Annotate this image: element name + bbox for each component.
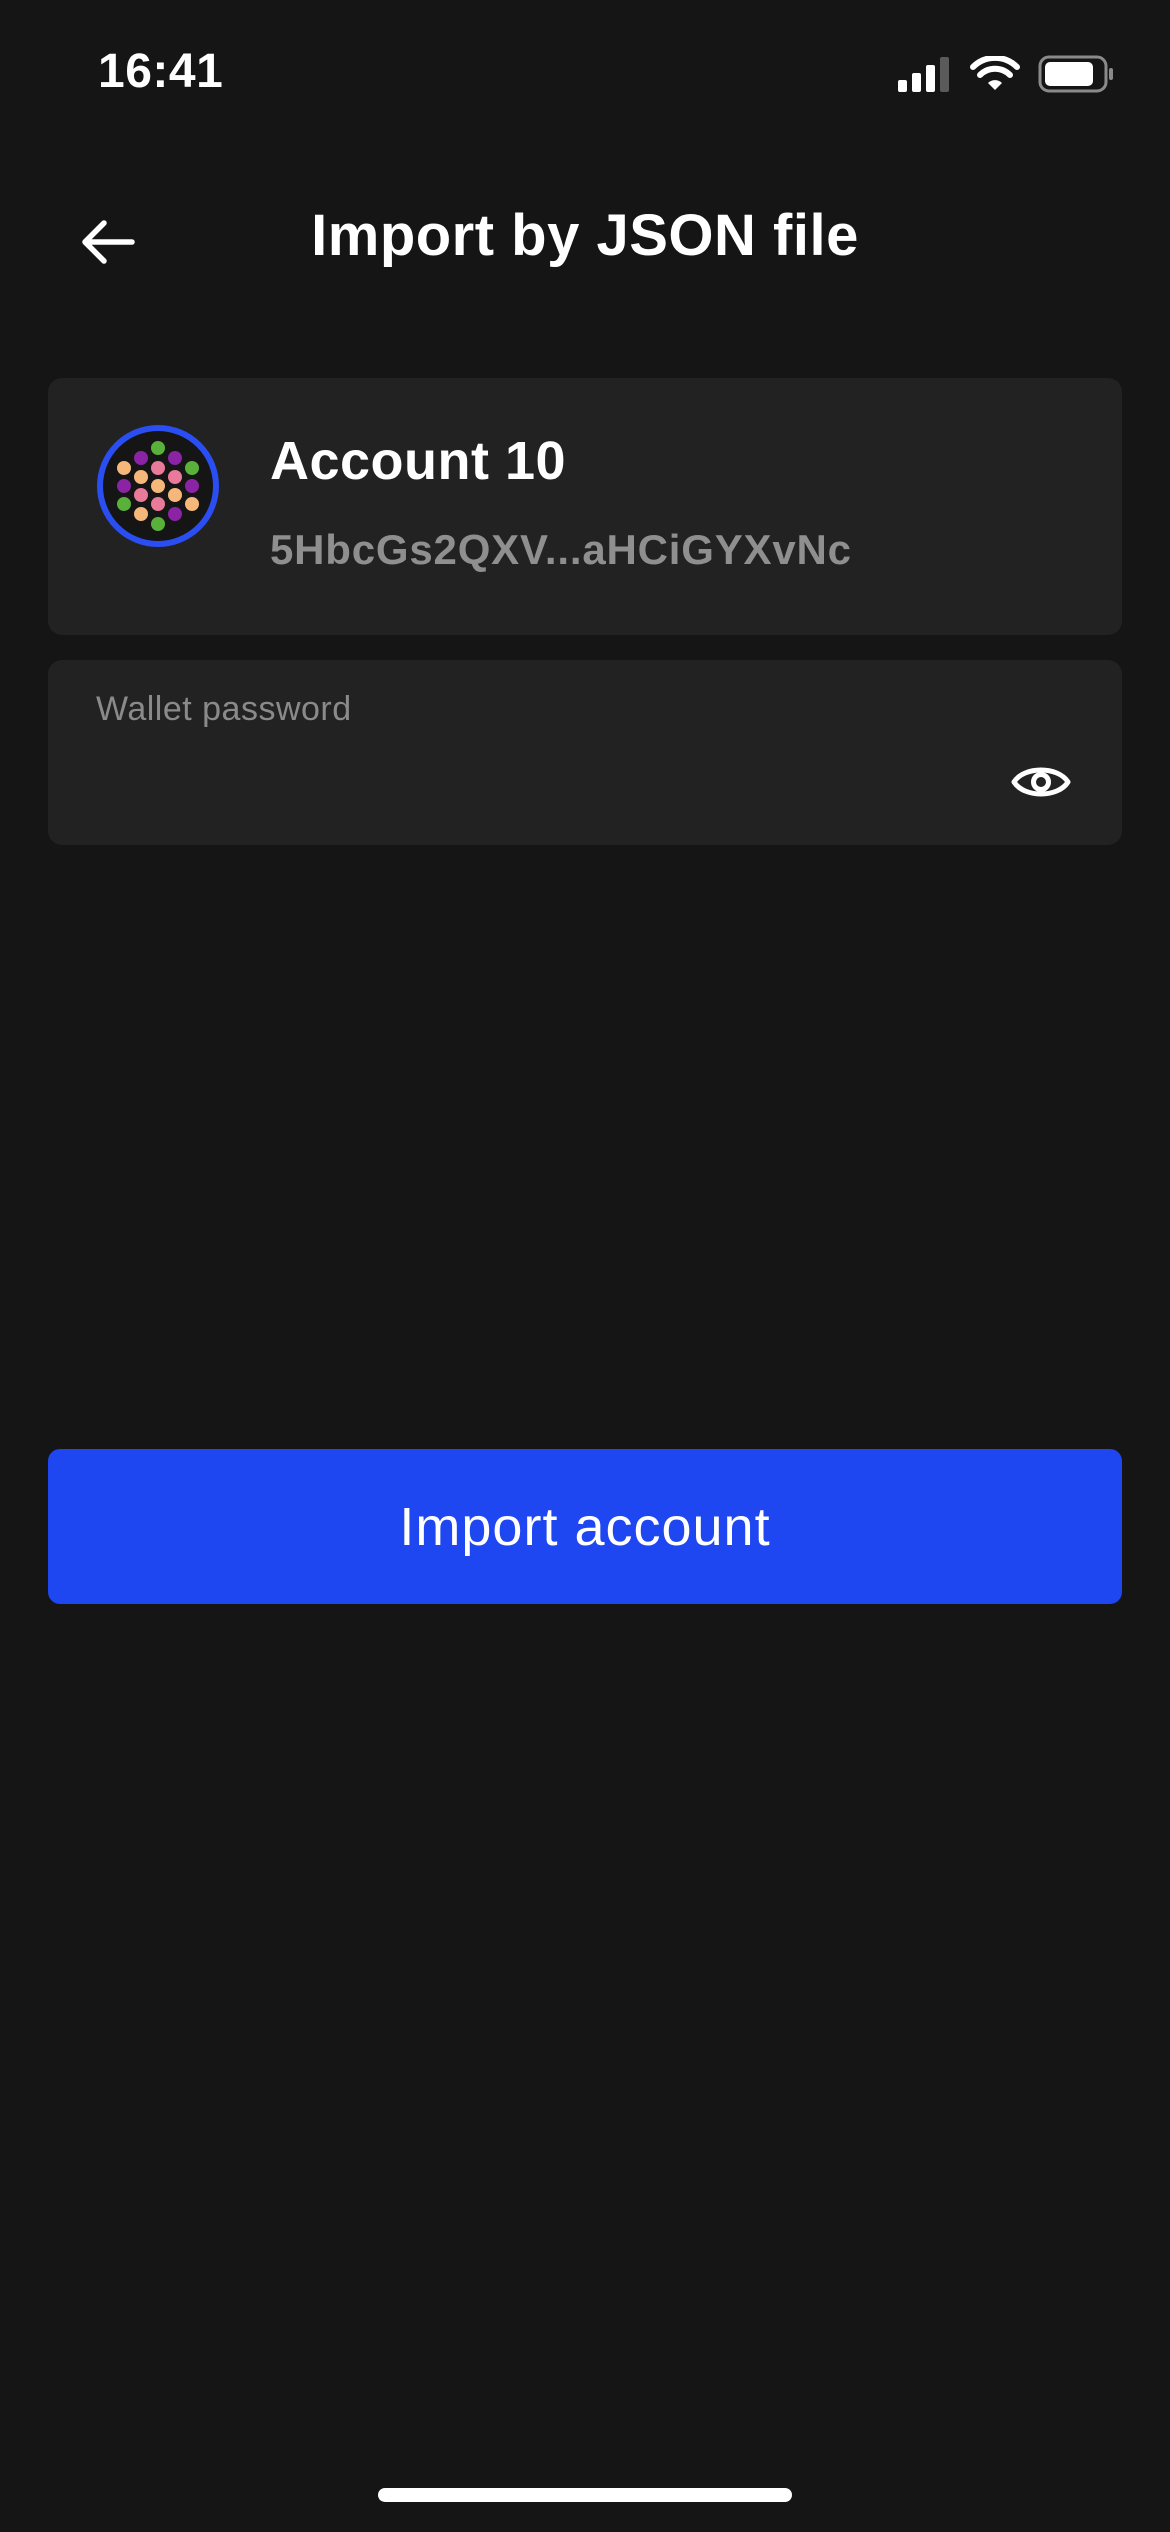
wallet-password-input[interactable] bbox=[96, 750, 980, 822]
account-card: Account 10 5HbcGs2QXV...aHCiGYXvNc bbox=[48, 378, 1122, 635]
page-title: Import by JSON file bbox=[311, 203, 859, 268]
home-indicator[interactable] bbox=[378, 2488, 792, 2502]
wifi-icon bbox=[970, 56, 1020, 90]
import-json-screen: 16:41 Import by JSON file Account 10 5Hb… bbox=[0, 0, 1170, 2532]
import-account-button[interactable]: Import account bbox=[48, 1449, 1122, 1604]
status-icons bbox=[898, 52, 1114, 96]
battery-icon bbox=[1038, 55, 1113, 93]
signal-icon bbox=[898, 57, 949, 92]
identicon-avatar bbox=[97, 425, 219, 547]
header: Import by JSON file bbox=[0, 190, 1170, 290]
wallet-password-label: Wallet password bbox=[96, 690, 352, 728]
show-password-toggle[interactable] bbox=[1006, 754, 1076, 810]
status-time: 16:41 bbox=[98, 45, 224, 98]
status-bar: 16:41 bbox=[0, 0, 1170, 150]
wallet-password-field[interactable]: Wallet password bbox=[48, 660, 1122, 845]
account-name: Account 10 bbox=[270, 431, 567, 491]
eye-icon bbox=[1011, 767, 1071, 797]
account-address: 5HbcGs2QXV...aHCiGYXvNc bbox=[270, 526, 852, 573]
